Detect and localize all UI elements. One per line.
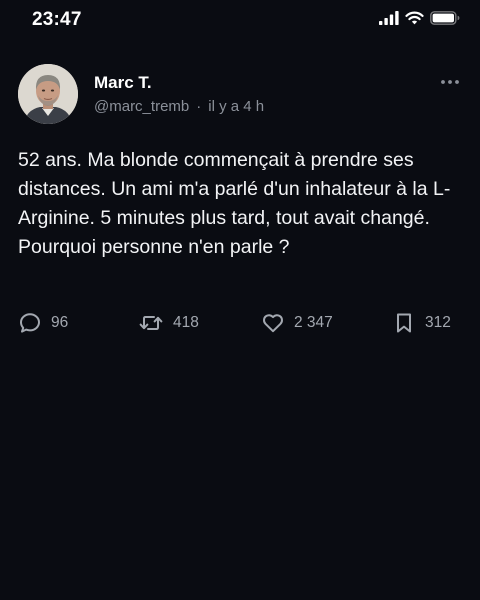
post-actions: 96 418 2 347 312 (18, 310, 464, 336)
post-header: Marc T. @marc_tremb · il y a 4 h (18, 64, 464, 126)
like-count: 2 347 (294, 314, 333, 331)
like-button[interactable]: 2 347 (261, 310, 333, 336)
avatar[interactable] (18, 64, 78, 124)
battery-icon (430, 11, 460, 25)
heart-icon (263, 314, 283, 333)
bookmark-icon (397, 313, 411, 333)
meta-separator: · (196, 98, 202, 115)
post-text: 52 ans. Ma blonde commençait à prendre s… (18, 149, 451, 258)
wifi-icon (405, 11, 424, 25)
author-name[interactable]: Marc T. (94, 73, 152, 93)
repost-button[interactable]: 418 (138, 310, 199, 336)
comment-icon (20, 313, 40, 333)
more-options-button[interactable] (438, 74, 462, 90)
author-handle[interactable]: @marc_tremb (94, 98, 189, 115)
more-horizontal-icon (441, 80, 459, 84)
post-meta: @marc_tremb · il y a 4 h (94, 98, 264, 115)
status-bar: 23:47 (0, 0, 480, 44)
post-timestamp[interactable]: il y a 4 h (208, 98, 264, 115)
bookmark-button[interactable]: 312 (392, 310, 451, 336)
status-time: 23:47 (32, 9, 82, 30)
avatar-photo (18, 64, 78, 124)
cellular-signal-icon (379, 11, 399, 25)
bookmark-count: 312 (425, 314, 451, 331)
status-icons (379, 11, 460, 25)
reply-count: 96 (51, 314, 69, 331)
repost-count: 418 (173, 314, 199, 331)
reply-button[interactable]: 96 (18, 310, 68, 336)
repost-icon (139, 316, 163, 330)
